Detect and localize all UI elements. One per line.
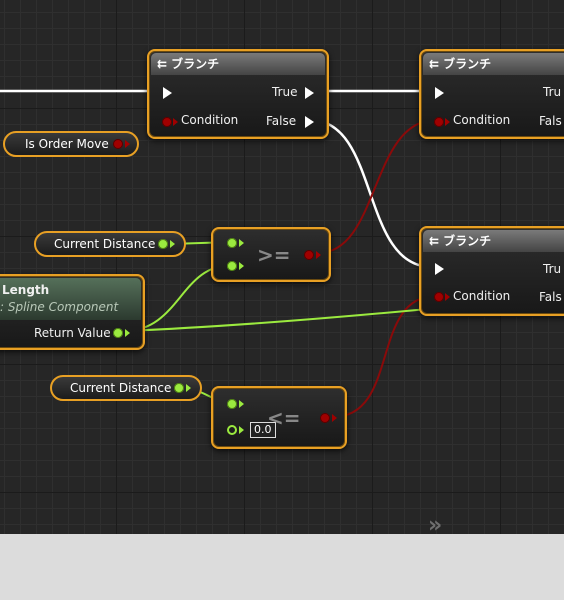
return-value-pin[interactable]	[113, 328, 123, 338]
less-equal-node[interactable]: 0.0 <=	[211, 386, 347, 449]
lte-output-pin[interactable]	[320, 413, 330, 423]
lte-symbol: <=	[267, 406, 301, 430]
branch-node-3[interactable]: ⇇ ブランチ Tru Condition Fals	[419, 226, 564, 316]
condition-label: Condition	[453, 113, 511, 127]
false-label: Fals	[539, 290, 562, 304]
greater-equal-node[interactable]: >=	[211, 227, 331, 282]
condition-arrow-icon	[445, 118, 450, 126]
false-label: False	[266, 114, 297, 128]
current-distance-variable-2[interactable]: Current Distance	[50, 375, 202, 401]
false-label: Fals	[539, 114, 562, 128]
true-label: True	[272, 85, 298, 99]
exec-true-pin[interactable]	[305, 87, 314, 99]
current-distance-arrow-icon-1	[170, 240, 175, 248]
function-subtitle: : Spline Component	[0, 300, 119, 314]
current-distance-pin-1[interactable]	[158, 239, 168, 249]
branch-icon: ⇇	[429, 57, 440, 71]
true-label: Tru	[543, 85, 562, 99]
condition-pin[interactable]	[162, 117, 172, 127]
return-value-arrow-icon	[125, 329, 130, 337]
gte-output-pin[interactable]	[304, 250, 314, 260]
is-order-move-variable[interactable]: Is Order Move	[3, 131, 139, 157]
gte-input-a-arrow-icon	[239, 239, 244, 247]
bottom-panel	[0, 534, 564, 600]
condition-label: Condition	[453, 289, 511, 303]
gte-input-a-pin[interactable]	[227, 238, 237, 248]
exec-false-pin[interactable]	[305, 116, 314, 128]
gte-symbol: >=	[257, 243, 291, 267]
blueprint-graph-canvas[interactable]: ⇇ ブランチ True Condition False ⇇ ブランチ Tru Con…	[0, 0, 564, 534]
bool-wire-lte	[332, 295, 437, 418]
gte-input-b-arrow-icon	[239, 262, 244, 270]
gte-input-b-pin[interactable]	[227, 261, 237, 271]
current-distance-arrow-icon-2	[186, 384, 191, 392]
exec-in-pin[interactable]	[435, 87, 444, 99]
is-order-move-arrow-icon	[125, 140, 130, 148]
condition-arrow-icon	[445, 293, 450, 301]
lte-input-b-arrow-icon	[239, 426, 244, 434]
exec-in-pin[interactable]	[163, 87, 172, 99]
condition-pin[interactable]	[434, 117, 444, 127]
branch-title: ブランチ	[171, 57, 220, 71]
watermark: »	[428, 513, 443, 534]
current-distance-label-2: Current Distance	[70, 381, 172, 395]
branch-title: ブランチ	[443, 57, 492, 71]
current-distance-pin-2[interactable]	[174, 383, 184, 393]
branch-node-3-header: ⇇ ブランチ	[423, 230, 564, 252]
return-value-label: Return Value	[34, 326, 111, 340]
current-distance-variable-1[interactable]: Current Distance	[34, 231, 186, 257]
branch-icon: ⇇	[157, 57, 168, 71]
condition-pin[interactable]	[434, 292, 444, 302]
lte-input-a-pin[interactable]	[227, 399, 237, 409]
branch-title: ブランチ	[443, 234, 492, 248]
lte-input-b-pin[interactable]	[227, 425, 237, 435]
get-spline-length-node[interactable]: Length : Spline Component Return Value	[0, 274, 145, 350]
branch-icon: ⇇	[429, 234, 440, 248]
exec-in-pin[interactable]	[435, 263, 444, 275]
current-distance-label-1: Current Distance	[54, 237, 156, 251]
branch-node-1-header: ⇇ ブランチ	[151, 53, 325, 75]
gte-output-arrow-icon	[316, 251, 321, 259]
condition-arrow-icon	[173, 118, 178, 126]
branch-node-2-header: ⇇ ブランチ	[423, 53, 564, 75]
true-label: Tru	[543, 262, 562, 276]
is-order-move-label: Is Order Move	[25, 137, 109, 151]
branch-node-2[interactable]: ⇇ ブランチ Tru Condition Fals	[419, 49, 564, 139]
lte-output-arrow-icon	[332, 414, 337, 422]
branch-node-1[interactable]: ⇇ ブランチ True Condition False	[147, 49, 329, 139]
condition-label: Condition	[181, 113, 239, 127]
is-order-move-pin[interactable]	[113, 139, 123, 149]
function-title: Length	[2, 283, 50, 297]
lte-input-a-arrow-icon	[239, 400, 244, 408]
